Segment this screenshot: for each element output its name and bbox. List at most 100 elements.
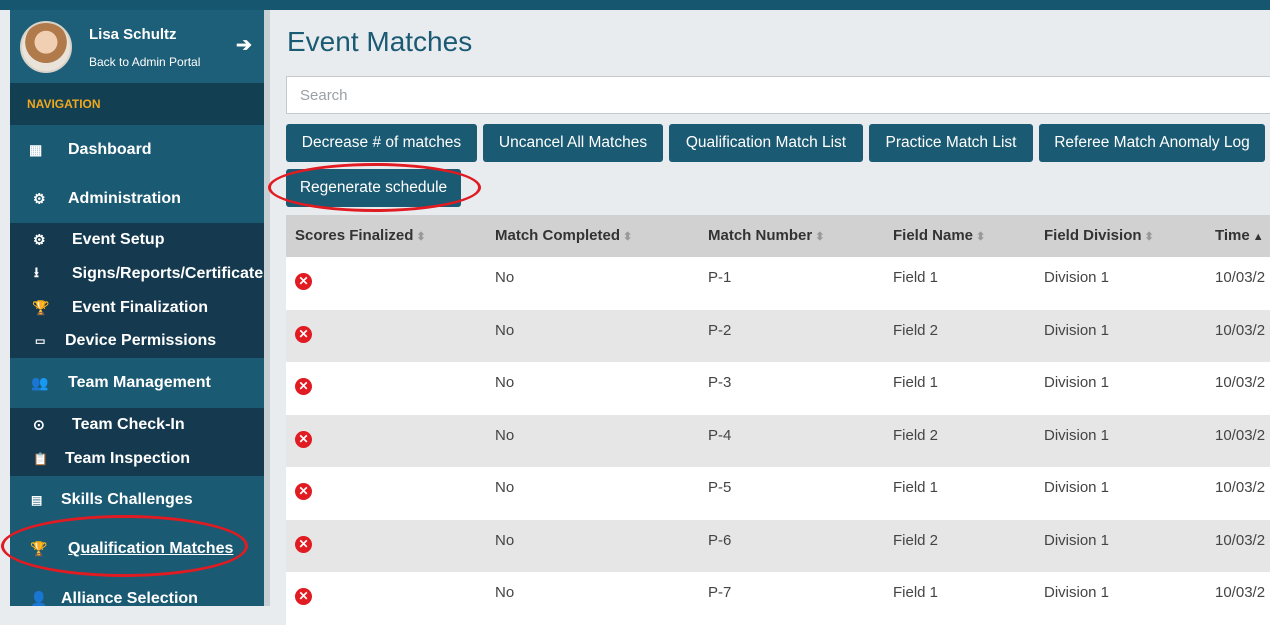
sidebar-item-label: Event Finalization — [72, 298, 209, 316]
nav-header: NAVIGATION — [10, 83, 268, 125]
col-match-number[interactable]: Match Number ⬍ — [708, 227, 824, 244]
arrow-right-icon[interactable]: ➔ — [236, 34, 252, 57]
field-name-cell: Field 1 — [893, 479, 939, 496]
table-header: Scores Finalized ⬍ Match Completed ⬍ Match… — [286, 215, 1270, 257]
avatar — [20, 21, 72, 73]
x-circle-icon: ✕ — [295, 588, 312, 605]
col-match-completed[interactable]: Match Completed ⬍ — [495, 227, 632, 244]
decrease-matches-button[interactable]: Decrease # of matches — [286, 124, 477, 162]
sidebar-item-label: Administration — [68, 190, 181, 207]
check-circle-icon: ⊙ — [33, 416, 45, 433]
match-completed-cell: No — [495, 374, 515, 391]
users-icon: 👥 — [31, 374, 49, 391]
table-row[interactable]: ✕ No P-5 Field 1 Division 1 10/03/2 — [286, 467, 1270, 520]
field-division-cell: Division 1 — [1044, 532, 1110, 549]
uncancel-all-matches-button[interactable]: Uncancel All Matches — [483, 124, 663, 162]
header-label: Match Completed — [495, 227, 621, 244]
gear-icon: ⚙ — [33, 190, 46, 207]
sort-icon: ⬍ — [416, 231, 426, 243]
practice-match-list-button[interactable]: Practice Match List — [869, 124, 1033, 162]
x-circle-icon: ✕ — [295, 431, 312, 448]
match-completed-cell: No — [495, 427, 515, 444]
device-icon: ▭ — [35, 335, 46, 348]
sidebar-scrollbar[interactable] — [264, 10, 270, 606]
col-field-name[interactable]: Field Name ⬍ — [893, 227, 985, 244]
match-number-cell: P-7 — [708, 584, 732, 601]
sidebar-item-skills-challenges[interactable]: ▤ Skills Challenges — [10, 476, 268, 524]
user-plus-icon: 👤 — [30, 590, 48, 607]
match-completed-cell: No — [495, 322, 515, 339]
time-cell: 10/03/2 — [1215, 532, 1266, 549]
header-label: Scores Finalized — [295, 227, 414, 244]
grid-icon: ▦ — [29, 141, 43, 158]
sidebar-item-alliance-selection[interactable]: 👤 Alliance Selection — [10, 574, 268, 606]
sidebar-item-event-setup[interactable]: ⚙ Event Setup — [10, 223, 268, 257]
sidebar-item-label: Qualification Matches — [68, 540, 234, 557]
sort-icon: ⬍ — [1144, 231, 1154, 243]
time-cell: 10/03/2 — [1215, 427, 1266, 444]
sort-icon: ⬍ — [623, 231, 633, 243]
match-number-cell: P-3 — [708, 374, 732, 391]
x-circle-icon: ✕ — [295, 483, 312, 500]
header-label: Match Number — [708, 227, 813, 244]
sidebar-item-label: Team Inspection — [65, 450, 191, 467]
field-name-cell: Field 2 — [893, 427, 939, 444]
x-circle-icon: ✕ — [295, 378, 312, 395]
x-circle-icon: ✕ — [295, 273, 312, 290]
qualification-match-list-button[interactable]: Qualification Match List — [669, 124, 863, 162]
referee-anomaly-log-button[interactable]: Referee Match Anomaly Log — [1039, 124, 1265, 162]
sidebar-item-dashboard[interactable]: ▦ Dashboard — [10, 125, 268, 175]
sidebar-item-label: Signs/Reports/Certificates — [72, 265, 268, 282]
match-completed-cell: No — [495, 269, 515, 286]
table-row[interactable]: ✕ No P-3 Field 1 Division 1 10/03/2 — [286, 362, 1270, 415]
table-row[interactable]: ✕ No P-7 Field 1 Division 1 10/03/2 — [286, 572, 1270, 625]
x-circle-icon: ✕ — [295, 536, 312, 553]
field-division-cell: Division 1 — [1044, 322, 1110, 339]
x-circle-icon: ✕ — [295, 326, 312, 343]
sidebar-item-label: Dashboard — [68, 141, 152, 158]
top-bar — [0, 0, 1270, 10]
table-row[interactable]: ✕ No P-4 Field 2 Division 1 10/03/2 — [286, 415, 1270, 468]
skills-icon: ▤ — [31, 493, 43, 507]
field-division-cell: Division 1 — [1044, 479, 1110, 496]
regenerate-schedule-button[interactable]: Regenerate schedule — [286, 169, 461, 207]
sidebar-item-qualification-matches[interactable]: 🏆 Qualification Matches — [10, 524, 268, 574]
field-division-cell: Division 1 — [1044, 584, 1110, 601]
match-completed-cell: No — [495, 584, 515, 601]
back-to-admin-link[interactable]: Back to Admin Portal — [89, 55, 200, 69]
field-division-cell: Division 1 — [1044, 374, 1110, 391]
table-row[interactable]: ✕ No P-1 Field 1 Division 1 10/03/2 — [286, 257, 1270, 310]
sidebar-item-event-finalization[interactable]: 🏆 Event Finalization — [10, 291, 268, 324]
sidebar: Lisa Schultz Back to Admin Portal ➔ NAVI… — [10, 10, 268, 606]
search-field[interactable] — [286, 76, 1270, 114]
field-division-cell: Division 1 — [1044, 427, 1110, 444]
nav-header-label: NAVIGATION — [27, 97, 101, 111]
team-submenu: ⊙ Team Check-In 📋 Team Inspection — [10, 408, 268, 476]
sidebar-item-label: Team Check-In — [72, 416, 185, 433]
gear-icon: ⚙ — [33, 231, 46, 248]
sidebar-item-team-inspection[interactable]: 📋 Team Inspection — [10, 442, 268, 476]
sidebar-item-label: Device Permissions — [65, 332, 217, 349]
header-label: Field Name — [893, 227, 974, 244]
sidebar-item-signs-reports[interactable]: ⭳ Signs/Reports/Certificates — [10, 257, 268, 291]
page-title: Event Matches — [287, 26, 473, 57]
administration-submenu: ⚙ Event Setup ⭳ Signs/Reports/Certificat… — [10, 223, 268, 358]
col-scores-finalized[interactable]: Scores Finalized ⬍ — [295, 227, 426, 244]
sidebar-item-device-permissions[interactable]: ▭ Device Permissions — [10, 324, 268, 358]
field-division-cell: Division 1 — [1044, 269, 1110, 286]
match-completed-cell: No — [495, 532, 515, 549]
search-input[interactable] — [287, 77, 1270, 113]
col-time[interactable]: Time ▲ — [1215, 227, 1264, 244]
header-label: Field Division — [1044, 227, 1142, 244]
col-field-division[interactable]: Field Division ⬍ — [1044, 227, 1154, 244]
match-number-cell: P-4 — [708, 427, 732, 444]
table-row[interactable]: ✕ No P-6 Field 2 Division 1 10/03/2 — [286, 520, 1270, 573]
sidebar-item-team-check-in[interactable]: ⊙ Team Check-In — [10, 408, 268, 442]
sidebar-item-administration[interactable]: ⚙ Administration — [10, 175, 268, 223]
sidebar-item-team-management[interactable]: 👥 Team Management — [10, 358, 268, 408]
table-row[interactable]: ✕ No P-2 Field 2 Division 1 10/03/2 — [286, 310, 1270, 363]
match-number-cell: P-1 — [708, 269, 732, 286]
time-cell: 10/03/2 — [1215, 269, 1266, 286]
field-name-cell: Field 1 — [893, 374, 939, 391]
match-completed-cell: No — [495, 479, 515, 496]
